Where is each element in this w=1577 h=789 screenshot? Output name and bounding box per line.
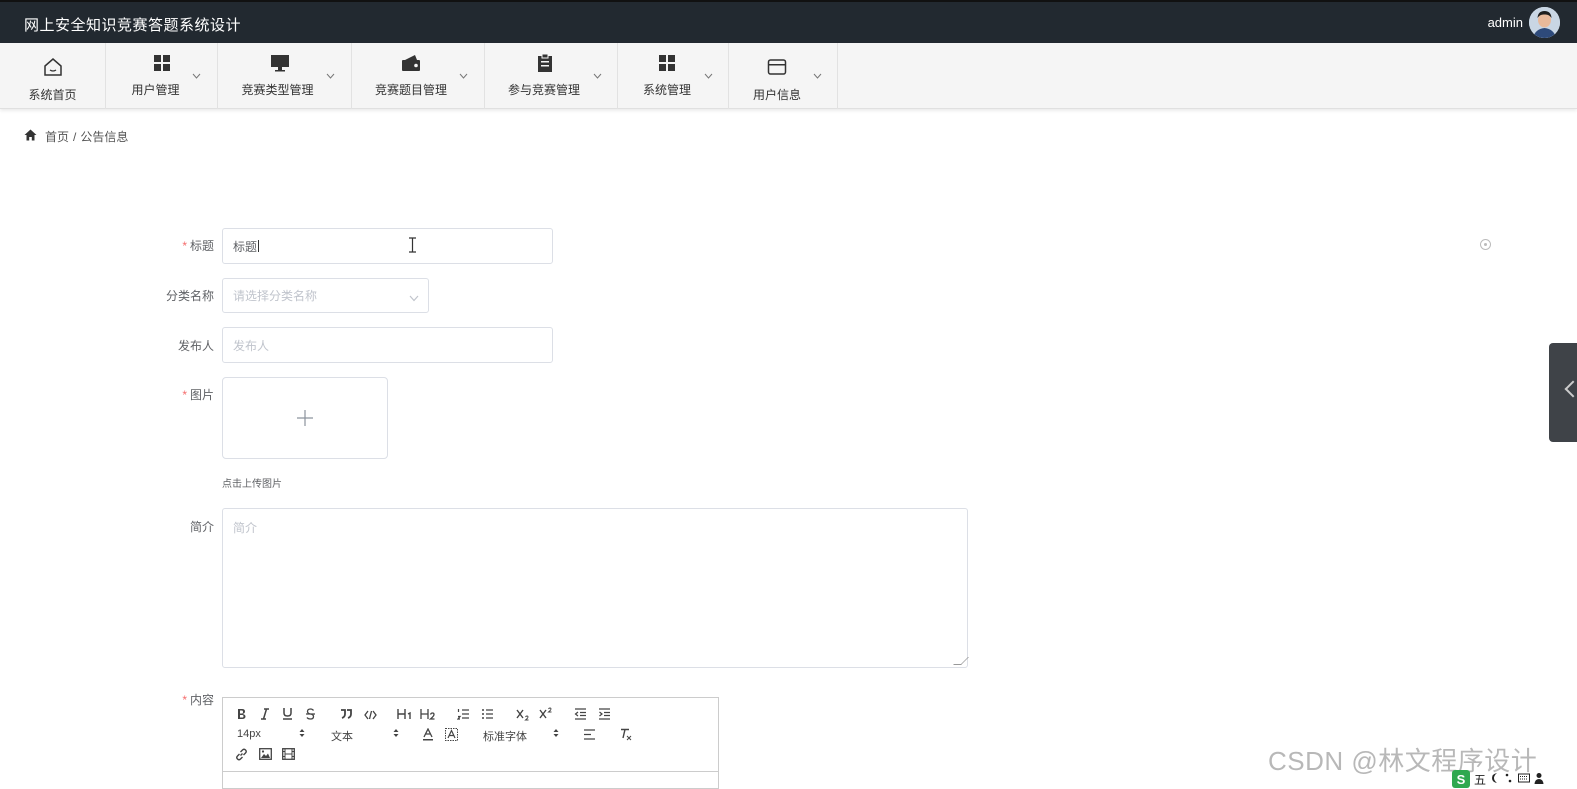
font-size-select[interactable]: 14px xyxy=(237,728,261,740)
select-arrows-icon xyxy=(393,728,399,740)
publisher-label: 发布人 xyxy=(177,339,214,353)
main-nav: 系统首页 用户管理 竞赛类型管理 竞赛题目管理 参与竞赛管理 系统管理 用户信息 xyxy=(0,43,1577,109)
breadcrumb-separator: / xyxy=(73,129,77,144)
nav-item-contest-type-management[interactable]: 竞赛类型管理 xyxy=(218,43,352,109)
chevron-down-icon xyxy=(192,71,201,82)
image-icon[interactable] xyxy=(259,748,272,763)
outdent-icon[interactable] xyxy=(574,708,587,723)
chevron-down-icon xyxy=(459,71,468,82)
upload-hint: 点击上传图片 xyxy=(222,479,282,490)
text-style-select[interactable]: 文本 xyxy=(331,728,353,744)
resize-handle-icon[interactable] xyxy=(953,657,969,665)
home-icon[interactable] xyxy=(24,129,37,144)
avatar[interactable] xyxy=(1529,7,1560,38)
category-label: 分类名称 xyxy=(165,289,214,303)
font-color-icon[interactable] xyxy=(422,727,434,744)
publisher-placeholder: 发布人 xyxy=(233,338,270,353)
punctuation-icon[interactable] xyxy=(1504,772,1514,787)
italic-icon[interactable] xyxy=(260,708,270,723)
chevron-left-icon xyxy=(1564,380,1577,398)
superscript-icon[interactable] xyxy=(539,707,553,722)
code-block-icon[interactable] xyxy=(364,709,377,723)
breadcrumb-current: 公告信息 xyxy=(80,130,129,144)
video-icon[interactable] xyxy=(282,748,295,763)
card-icon xyxy=(766,56,788,78)
keyboard-icon[interactable] xyxy=(1518,772,1531,786)
nav-label: 竞赛类型管理 xyxy=(241,83,314,97)
home-icon xyxy=(42,56,64,78)
align-icon[interactable] xyxy=(583,729,596,743)
title-input[interactable]: 标题 xyxy=(222,228,553,264)
nav-item-user-management[interactable]: 用户管理 xyxy=(106,43,218,109)
background-color-icon[interactable] xyxy=(445,728,458,744)
clipboard-icon xyxy=(534,52,556,74)
user-icon[interactable] xyxy=(1534,772,1544,787)
strikethrough-icon[interactable] xyxy=(305,708,316,723)
chevron-down-icon xyxy=(813,71,822,82)
text-cursor-icon xyxy=(408,237,417,256)
chevron-down-icon xyxy=(409,291,419,305)
subscript-icon[interactable] xyxy=(516,709,530,724)
link-icon[interactable] xyxy=(235,748,248,764)
rich-text-editor[interactable]: 14px 文本 标准字体 xyxy=(222,697,719,789)
content-label: * 内容 xyxy=(182,693,214,707)
ime-mode[interactable]: 五 xyxy=(1474,771,1486,788)
breadcrumb: 首页 / 公告信息 xyxy=(24,128,128,145)
publisher-input[interactable]: 发布人 xyxy=(222,327,553,363)
nav-label: 参与竞赛管理 xyxy=(507,83,580,97)
clear-format-icon[interactable] xyxy=(619,728,632,744)
select-arrows-icon xyxy=(553,728,559,740)
nav-item-home[interactable]: 系统首页 xyxy=(0,43,106,109)
select-arrows-icon xyxy=(299,728,305,740)
ime-logo-icon: S xyxy=(1452,770,1470,788)
ime-toolbar[interactable]: S 五 xyxy=(1452,769,1577,789)
moon-icon[interactable] xyxy=(1490,772,1500,787)
heading-2-icon[interactable] xyxy=(420,708,435,723)
nav-item-system-management[interactable]: 系统管理 xyxy=(618,43,729,109)
grid-icon xyxy=(656,52,678,74)
indent-icon[interactable] xyxy=(598,708,611,723)
ordered-list-icon[interactable] xyxy=(456,708,470,723)
chevron-down-icon xyxy=(326,71,335,82)
heading-1-icon[interactable] xyxy=(397,708,412,723)
wallet-icon xyxy=(400,52,422,74)
image-upload[interactable] xyxy=(222,377,388,459)
nav-item-user-info[interactable]: 用户信息 xyxy=(729,43,838,109)
underline-icon[interactable] xyxy=(282,707,293,723)
breadcrumb-home[interactable]: 首页 xyxy=(45,128,69,145)
nav-label: 竞赛题目管理 xyxy=(374,83,447,97)
category-select[interactable]: 请选择分类名称 xyxy=(222,278,429,313)
title-input-value: 标题 xyxy=(233,239,258,254)
nav-item-question-management[interactable]: 竞赛题目管理 xyxy=(352,43,485,109)
nav-label: 系统管理 xyxy=(642,83,691,97)
image-label: * 图片 xyxy=(182,388,214,402)
chevron-down-icon xyxy=(704,71,713,82)
monitor-icon xyxy=(269,52,291,74)
editor-toolbar: 14px 文本 标准字体 xyxy=(223,698,718,772)
top-header-bar: 网上安全知识竞赛答题系统设计 admin xyxy=(0,0,1577,43)
nav-item-participation-management[interactable]: 参与竞赛管理 xyxy=(485,43,618,109)
nav-label: 用户信息 xyxy=(752,88,801,102)
nav-label: 系统首页 xyxy=(28,88,77,102)
grid-icon xyxy=(151,52,173,74)
user-name[interactable]: admin xyxy=(1488,15,1523,30)
bullet-list-icon[interactable] xyxy=(481,708,494,723)
bold-icon[interactable] xyxy=(236,708,247,723)
intro-label: 简介 xyxy=(189,520,214,534)
nav-label: 用户管理 xyxy=(131,83,180,97)
blockquote-icon[interactable] xyxy=(340,708,352,722)
app-title: 网上安全知识竞赛答题系统设计 xyxy=(24,17,242,34)
category-placeholder: 请选择分类名称 xyxy=(233,289,318,303)
intro-textarea[interactable]: 简介 xyxy=(222,508,969,668)
title-label: * 标题 xyxy=(182,239,214,253)
intro-placeholder: 简介 xyxy=(233,521,258,535)
clear-icon[interactable] xyxy=(1480,239,1491,250)
chevron-down-icon xyxy=(593,71,602,82)
plus-icon xyxy=(296,402,314,434)
font-family-select[interactable]: 标准字体 xyxy=(483,728,527,744)
side-panel-toggle[interactable] xyxy=(1549,343,1577,442)
